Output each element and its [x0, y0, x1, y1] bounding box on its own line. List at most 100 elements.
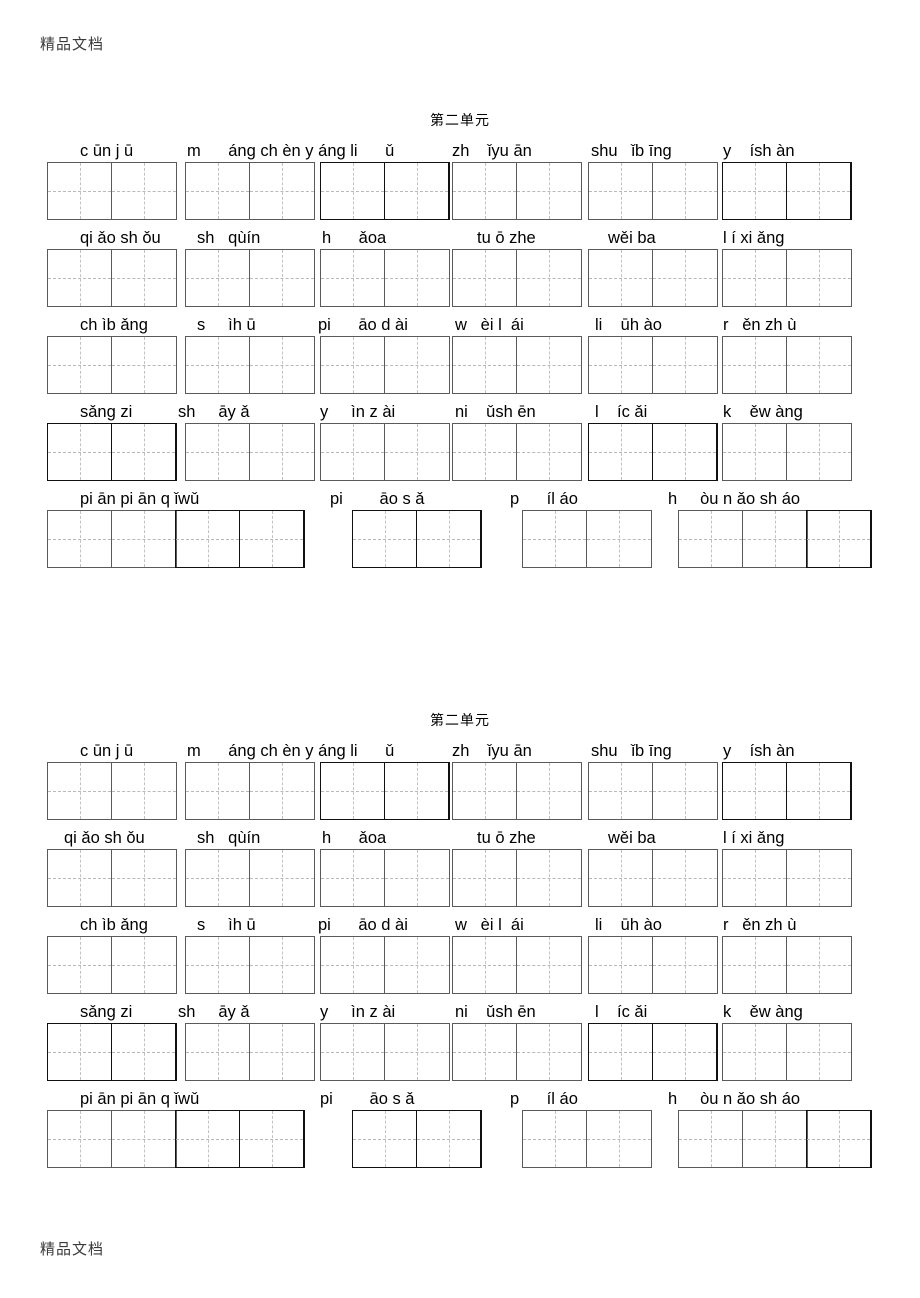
writing-cell[interactable]	[679, 1111, 743, 1167]
writing-cell[interactable]	[743, 1111, 807, 1167]
writing-cell[interactable]	[653, 163, 717, 219]
writing-cell[interactable]	[453, 337, 517, 393]
writing-grid[interactable]	[452, 1023, 582, 1081]
writing-cell[interactable]	[186, 763, 250, 819]
writing-grid[interactable]	[452, 249, 582, 307]
writing-cell[interactable]	[321, 850, 385, 906]
writing-cell[interactable]	[653, 763, 717, 819]
writing-cell[interactable]	[589, 337, 653, 393]
writing-cell[interactable]	[321, 424, 385, 480]
writing-grid[interactable]	[588, 762, 718, 820]
writing-cell[interactable]	[589, 163, 653, 219]
writing-cell[interactable]	[48, 424, 112, 480]
writing-grid[interactable]	[588, 162, 718, 220]
writing-cell[interactable]	[807, 511, 871, 567]
writing-grid[interactable]	[320, 849, 450, 907]
writing-grid[interactable]	[452, 936, 582, 994]
writing-cell[interactable]	[250, 937, 314, 993]
writing-cell[interactable]	[723, 163, 787, 219]
writing-cell[interactable]	[787, 163, 851, 219]
writing-grid[interactable]	[320, 423, 450, 481]
writing-cell[interactable]	[723, 337, 787, 393]
writing-grid[interactable]	[722, 423, 852, 481]
writing-cell[interactable]	[787, 850, 851, 906]
writing-cell[interactable]	[321, 163, 385, 219]
writing-grid[interactable]	[522, 510, 652, 568]
writing-grid[interactable]	[588, 336, 718, 394]
writing-cell[interactable]	[385, 250, 449, 306]
writing-grid[interactable]	[588, 936, 718, 994]
writing-grid[interactable]	[47, 849, 177, 907]
writing-grid[interactable]	[320, 936, 450, 994]
writing-grid[interactable]	[175, 510, 305, 568]
writing-cell[interactable]	[385, 337, 449, 393]
writing-grid[interactable]	[722, 762, 852, 820]
writing-cell[interactable]	[589, 850, 653, 906]
writing-grid[interactable]	[452, 423, 582, 481]
writing-cell[interactable]	[589, 763, 653, 819]
writing-grid[interactable]	[320, 249, 450, 307]
writing-cell[interactable]	[517, 850, 581, 906]
writing-grid[interactable]	[352, 1110, 482, 1168]
writing-cell[interactable]	[353, 511, 417, 567]
writing-cell[interactable]	[453, 250, 517, 306]
writing-grid[interactable]	[452, 162, 582, 220]
writing-cell[interactable]	[250, 163, 314, 219]
writing-cell[interactable]	[186, 163, 250, 219]
writing-cell[interactable]	[723, 763, 787, 819]
writing-grid[interactable]	[185, 849, 315, 907]
writing-cell[interactable]	[453, 937, 517, 993]
writing-grid[interactable]	[722, 849, 852, 907]
writing-cell[interactable]	[723, 1024, 787, 1080]
writing-cell[interactable]	[653, 424, 717, 480]
writing-grid[interactable]	[320, 1023, 450, 1081]
writing-grid[interactable]	[47, 762, 177, 820]
writing-grid[interactable]	[588, 849, 718, 907]
writing-cell[interactable]	[523, 511, 587, 567]
writing-cell[interactable]	[723, 937, 787, 993]
writing-grid[interactable]	[185, 423, 315, 481]
writing-cell[interactable]	[517, 424, 581, 480]
writing-cell[interactable]	[417, 1111, 481, 1167]
writing-cell[interactable]	[679, 511, 743, 567]
writing-cell[interactable]	[743, 511, 807, 567]
writing-grid[interactable]	[47, 510, 177, 568]
writing-cell[interactable]	[112, 424, 176, 480]
writing-cell[interactable]	[517, 163, 581, 219]
writing-cell[interactable]	[653, 937, 717, 993]
writing-cell[interactable]	[453, 763, 517, 819]
writing-cell[interactable]	[240, 511, 304, 567]
writing-grid[interactable]	[175, 1110, 305, 1168]
writing-grid[interactable]	[47, 936, 177, 994]
writing-cell[interactable]	[385, 937, 449, 993]
writing-grid[interactable]	[588, 423, 718, 481]
writing-cell[interactable]	[250, 424, 314, 480]
writing-cell[interactable]	[321, 763, 385, 819]
writing-cell[interactable]	[186, 850, 250, 906]
writing-grid[interactable]	[678, 510, 808, 568]
writing-cell[interactable]	[787, 937, 851, 993]
writing-grid[interactable]	[47, 1023, 177, 1081]
writing-cell[interactable]	[453, 850, 517, 906]
writing-grid[interactable]	[588, 1023, 718, 1081]
writing-cell[interactable]	[385, 1024, 449, 1080]
writing-grid[interactable]	[185, 1023, 315, 1081]
writing-cell[interactable]	[48, 250, 112, 306]
writing-cell[interactable]	[240, 1111, 304, 1167]
writing-grid[interactable]	[320, 762, 450, 820]
writing-grid[interactable]	[185, 249, 315, 307]
writing-grid[interactable]	[47, 423, 177, 481]
writing-cell[interactable]	[176, 511, 240, 567]
writing-grid[interactable]	[352, 510, 482, 568]
writing-grid[interactable]	[185, 936, 315, 994]
writing-cell[interactable]	[787, 1024, 851, 1080]
writing-cell[interactable]	[385, 163, 449, 219]
writing-cell[interactable]	[48, 337, 112, 393]
writing-grid[interactable]	[185, 762, 315, 820]
writing-cell[interactable]	[112, 1111, 176, 1167]
writing-cell[interactable]	[250, 1024, 314, 1080]
writing-cell[interactable]	[787, 250, 851, 306]
writing-cell[interactable]	[250, 337, 314, 393]
writing-cell[interactable]	[321, 937, 385, 993]
writing-grid[interactable]	[722, 249, 852, 307]
